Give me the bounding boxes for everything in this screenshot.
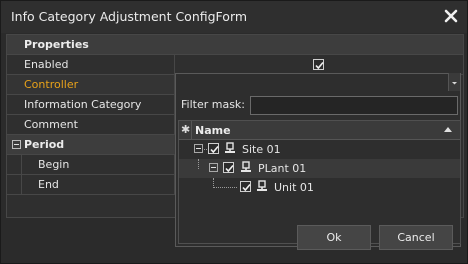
row-information-category[interactable]: Information Category xyxy=(7,95,175,115)
config-window: Info Category Adjustment ConfigForm Prop… xyxy=(0,0,468,264)
tree-item-label: Site 01 xyxy=(242,143,281,156)
header-separator xyxy=(191,121,192,139)
ok-button[interactable]: Ok xyxy=(297,225,371,250)
begin-label: Begin xyxy=(38,158,70,171)
category-period[interactable]: Period xyxy=(7,135,175,155)
tree-item-label: Unit 01 xyxy=(274,181,314,194)
collapse-icon[interactable] xyxy=(12,140,21,149)
end-label-cell: End xyxy=(21,175,175,195)
column-header-name[interactable]: Name xyxy=(195,124,231,137)
tree-collapse-icon[interactable] xyxy=(194,144,203,153)
enabled-checkbox[interactable] xyxy=(313,59,324,70)
controller-label-cell: Controller xyxy=(7,75,175,95)
sort-ascending-icon xyxy=(444,127,452,132)
server-icon xyxy=(257,180,267,191)
tree-connector xyxy=(198,159,199,169)
comment-label-cell: Comment xyxy=(7,115,175,135)
check-icon xyxy=(315,61,324,70)
controller-dropdown: Filter mask: ✱ Name Site 01 PLant 01 Uni… xyxy=(175,73,461,250)
check-icon xyxy=(242,183,251,192)
tree-connector xyxy=(213,187,237,188)
row-end[interactable]: End xyxy=(7,175,175,195)
check-icon xyxy=(225,164,234,173)
tree-checkbox[interactable] xyxy=(223,162,234,173)
end-label: End xyxy=(38,178,59,191)
enabled-label-cell: Enabled xyxy=(7,55,175,75)
dropdown-arrow-icon[interactable] xyxy=(448,73,460,91)
tree-checkbox[interactable] xyxy=(208,143,219,154)
enabled-value-cell[interactable] xyxy=(175,55,463,75)
tree-item-plant[interactable]: PLant 01 xyxy=(179,159,460,178)
category-period-label: Period xyxy=(24,138,65,151)
server-icon xyxy=(241,161,251,172)
category-properties-label: Properties xyxy=(24,38,89,51)
tree-checkbox[interactable] xyxy=(240,181,251,192)
controller-label: Controller xyxy=(24,78,79,91)
title-bar: Info Category Adjustment ConfigForm xyxy=(1,1,467,33)
enabled-label: Enabled xyxy=(24,58,69,71)
tree-item-unit[interactable]: Unit 01 xyxy=(179,178,460,197)
row-enabled[interactable]: Enabled xyxy=(7,55,463,75)
tree-header: ✱ Name xyxy=(179,121,460,140)
tree-collapse-icon[interactable] xyxy=(209,163,218,172)
window-title: Info Category Adjustment ConfigForm xyxy=(11,9,248,24)
server-icon xyxy=(225,142,235,153)
category-properties[interactable]: Properties xyxy=(7,35,463,55)
tree-item-label: PLant 01 xyxy=(258,162,307,175)
filter-mask-label: Filter mask: xyxy=(181,98,246,111)
comment-label: Comment xyxy=(24,118,78,131)
tree-item-site[interactable]: Site 01 xyxy=(179,140,460,159)
row-controller[interactable]: Controller xyxy=(7,75,175,95)
row-comment[interactable]: Comment xyxy=(7,115,175,135)
asterisk-icon[interactable]: ✱ xyxy=(181,123,190,136)
information-category-label: Information Category xyxy=(24,98,142,111)
information-category-label-cell: Information Category xyxy=(7,95,175,115)
tree-connector xyxy=(204,149,207,150)
cancel-button[interactable]: Cancel xyxy=(379,225,453,250)
row-begin[interactable]: Begin xyxy=(7,155,175,175)
begin-label-cell: Begin xyxy=(21,155,175,175)
filter-mask-input[interactable] xyxy=(250,96,458,115)
close-icon[interactable] xyxy=(443,8,459,24)
check-icon xyxy=(210,145,219,154)
